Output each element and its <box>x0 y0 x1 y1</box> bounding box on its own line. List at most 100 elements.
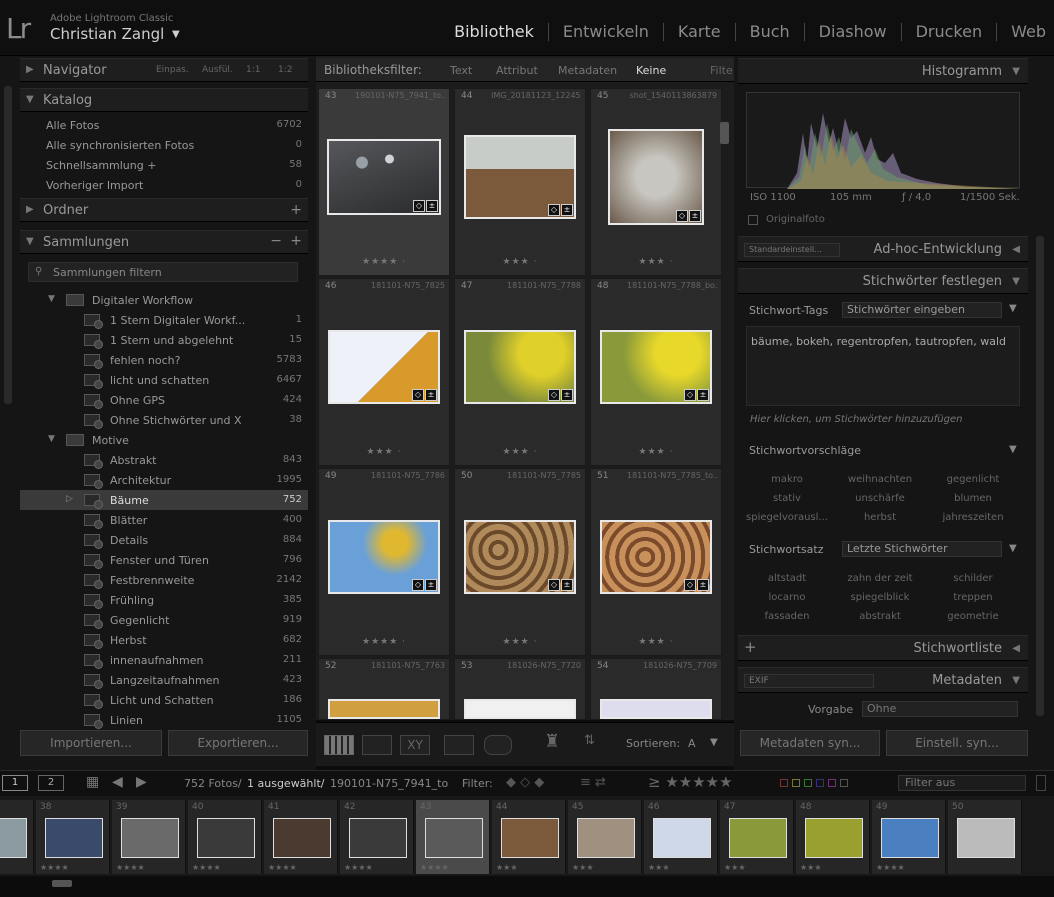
chevron-down-icon[interactable]: ▼ <box>710 737 718 748</box>
photo-thumbnail[interactable]: ◇ ± <box>464 135 576 219</box>
collection-set[interactable]: ▼ Motive <box>20 430 308 450</box>
filmstrip-cell[interactable]: 48 ★★★ <box>796 800 870 874</box>
edit-filter-icon[interactable]: ≡ ⇄ <box>580 775 606 790</box>
keyword-chip[interactable]: spiegelblick <box>835 592 925 603</box>
filmstrip-cell[interactable]: 40 ★★★★ <box>188 800 262 874</box>
filmstrip-cell[interactable]: 38 ★★★★ <box>36 800 110 874</box>
collection-item[interactable]: Gegenlicht 919 <box>20 610 308 630</box>
collection-item[interactable]: Details 884 <box>20 530 308 550</box>
current-filename[interactable]: 190101-N75_7941_to <box>330 777 448 790</box>
grid-scrollbar[interactable] <box>720 122 729 144</box>
filmstrip-thumbnail[interactable] <box>501 818 559 858</box>
filmstrip-thumbnail[interactable] <box>653 818 711 858</box>
triangle-down-icon[interactable]: ▼ <box>48 294 55 304</box>
collection-item[interactable]: Frühling 385 <box>20 590 308 610</box>
filmstrip-thumbnail[interactable] <box>881 818 939 858</box>
plus-icon[interactable]: + <box>290 202 302 218</box>
grid-cell[interactable]: 46 181101-N75_7825 ◇ ± ★★★ · <box>318 278 450 466</box>
grid-cell[interactable]: 48 181101-N75_7788_bo... ◇ ± ★★★ · <box>590 278 722 466</box>
collection-item[interactable]: Abstrakt 843 <box>20 450 308 470</box>
collection-item[interactable]: Licht und Schatten 186 <box>20 690 308 710</box>
cell-rating[interactable]: ★★★ · <box>591 447 721 457</box>
navigator-header[interactable]: ▶ Navigator Einpas. Ausfül. 1:1 1:2 <box>20 58 308 82</box>
folders-header[interactable]: ▶ Ordner + <box>20 198 308 222</box>
metadata-preset-select[interactable]: EXIF <box>744 674 874 688</box>
keyword-badge-icon[interactable]: ◇ <box>548 579 560 591</box>
filmstrip-thumbnail[interactable] <box>121 818 179 858</box>
filter-tab-attribute[interactable]: Attribut <box>496 64 538 77</box>
nav-mode-fit[interactable]: Einpas. <box>156 65 189 75</box>
grid-icon[interactable]: ▦ <box>86 774 99 790</box>
keywords-hint[interactable]: Hier klicken, um Stichwörter hinzuzufüge… <box>750 414 962 425</box>
filter-presets[interactable]: Filte <box>710 64 733 77</box>
grid-cell[interactable]: 43 190101-N75_7941_to... ◇ ± ★★★★ · <box>318 88 450 276</box>
nav-mode-1-2[interactable]: 1:2 <box>278 65 292 75</box>
module-slideshow[interactable]: Diashow <box>819 22 887 41</box>
filmstrip-cell[interactable]: 44 ★★★ <box>492 800 566 874</box>
edit-badge-icon[interactable]: ± <box>697 579 709 591</box>
collection-item[interactable]: fehlen noch? 5783 <box>20 350 308 370</box>
quick-develop-header[interactable]: Standardeinstell... Ad-hoc-Entwicklung ◀ <box>738 236 1028 262</box>
plus-icon[interactable]: + <box>290 233 302 249</box>
filmstrip-thumbnail[interactable] <box>0 818 27 858</box>
photo-thumbnail[interactable]: ◇ ± <box>600 520 712 594</box>
filmstrip-cell[interactable]: 37★★★ <box>0 800 34 874</box>
catalog-header[interactable]: ▼ Katalog <box>20 88 308 112</box>
triangle-down-icon[interactable]: ▼ <box>1009 543 1017 554</box>
grid-cell[interactable]: 50 181101-N75_7785 ◇ ± ★★★ · <box>454 468 586 656</box>
color-label-filter[interactable] <box>780 779 848 787</box>
sync-metadata-button[interactable]: Metadaten syn... <box>740 730 880 756</box>
loupe-view-icon[interactable] <box>362 735 392 755</box>
grid-cell[interactable]: 45 shot_1540113863879 ◇ ± ★★★ · <box>590 88 722 276</box>
filmstrip-thumbnail[interactable] <box>349 818 407 858</box>
keyword-chip[interactable]: schilder <box>928 573 1018 584</box>
keyword-list-header[interactable]: + Stichwortliste ◀ <box>738 635 1028 661</box>
keyword-badge-icon[interactable]: ◇ <box>684 579 696 591</box>
cell-rating[interactable]: ★★★★ · <box>319 257 449 267</box>
filter-tab-text[interactable]: Text <box>450 64 472 77</box>
left-scrollbar[interactable] <box>4 86 12 404</box>
keyword-badge-icon[interactable]: ◇ <box>548 204 560 216</box>
cell-rating[interactable]: ★★★ · <box>455 447 585 457</box>
filmstrip-cell[interactable]: 50 <box>948 800 1022 874</box>
filmstrip-cell[interactable]: 39 ★★★★ <box>112 800 186 874</box>
nav-mode-1-1[interactable]: 1:1 <box>246 65 260 75</box>
filmstrip-cell[interactable]: 41 ★★★★ <box>264 800 338 874</box>
filter-lock-icon[interactable] <box>1036 775 1046 791</box>
module-web[interactable]: Web <box>1011 22 1046 41</box>
catalog-item[interactable]: Alle synchronisierten Fotos 0 <box>20 135 308 155</box>
photo-thumbnail[interactable] <box>464 699 576 719</box>
keyword-chip[interactable]: zahn der zeit <box>835 573 925 584</box>
keywords-textarea[interactable]: bäume, bokeh, regentropfen, tautropfen, … <box>746 326 1020 406</box>
keyword-badge-icon[interactable]: ◇ <box>413 200 425 212</box>
keyword-badge-icon[interactable]: ◇ <box>684 389 696 401</box>
survey-view-icon[interactable] <box>444 735 474 755</box>
caret-down-icon[interactable]: ▼ <box>172 29 180 40</box>
right-scrollbar[interactable] <box>1036 236 1044 716</box>
export-button[interactable]: Exportieren... <box>168 730 308 756</box>
filmstrip-cell[interactable]: 42 ★★★★ <box>340 800 414 874</box>
sync-settings-button[interactable]: Einstell. syn... <box>886 730 1028 756</box>
histogram-header[interactable]: Histogramm ▼ <box>738 58 1028 84</box>
plus-icon[interactable]: + <box>744 638 757 656</box>
triangle-down-icon[interactable]: ▼ <box>48 434 55 444</box>
keyword-chip[interactable]: jahreszeiten <box>928 512 1018 523</box>
spray-can-icon[interactable]: ♜ <box>544 731 560 752</box>
metadata-vorgabe-select[interactable]: Ohne <box>862 701 1018 717</box>
flag-filter-icon[interactable]: ◆ ◇ ◆ <box>506 775 544 790</box>
collection-item[interactable]: Linien 1105 <box>20 710 308 730</box>
quick-develop-preset[interactable]: Standardeinstell... <box>744 243 840 257</box>
secondary-window-button[interactable]: 2 <box>38 775 64 791</box>
catalog-item[interactable]: Schnellsammlung + 58 <box>20 155 308 175</box>
keyword-chip[interactable]: unschärfe <box>835 493 925 504</box>
collection-item[interactable]: Fenster und Türen 796 <box>20 550 308 570</box>
catalog-item[interactable]: Vorheriger Import 0 <box>20 175 308 195</box>
photo-thumbnail[interactable]: ◇ ± <box>600 330 712 404</box>
collection-item[interactable]: Herbst 682 <box>20 630 308 650</box>
edit-badge-icon[interactable]: ± <box>426 200 438 212</box>
photo-thumbnail[interactable] <box>600 699 712 719</box>
module-develop[interactable]: Entwickeln <box>563 22 649 41</box>
module-book[interactable]: Buch <box>750 22 790 41</box>
filmstrip-cell[interactable]: 45 ★★★ <box>568 800 642 874</box>
cell-rating[interactable]: ★★★ · <box>319 447 449 457</box>
